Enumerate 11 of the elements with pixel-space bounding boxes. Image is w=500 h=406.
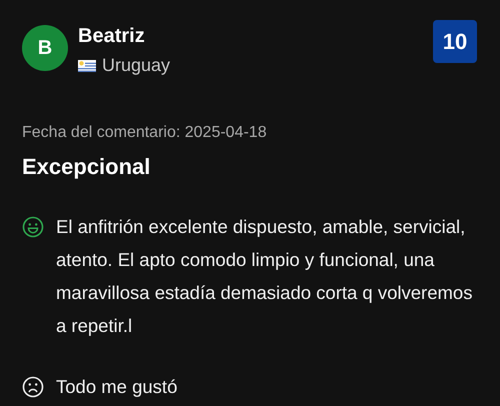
comment-text: El anfitrión excelente dispuesto, amable, servicial, atento. El apto comodo limpio y funcional, una maravillosa estadía demasiado corta q volveremos a repetir.l bbox=[56, 215, 474, 338]
sad-face-icon bbox=[22, 376, 44, 398]
review-title: Excepcional bbox=[22, 154, 152, 180]
reviewer-name: Beatriz bbox=[78, 24, 146, 49]
country-name: Uruguay bbox=[102, 55, 170, 76]
comment-text: Todo me gustó bbox=[56, 375, 178, 399]
comment-date: Fecha del comentario: 2025-04-18 bbox=[22, 124, 268, 142]
flag-icon bbox=[78, 60, 96, 72]
review-score: 10 bbox=[433, 20, 477, 63]
avatar: B bbox=[22, 25, 68, 71]
happy-face-icon bbox=[22, 216, 44, 238]
